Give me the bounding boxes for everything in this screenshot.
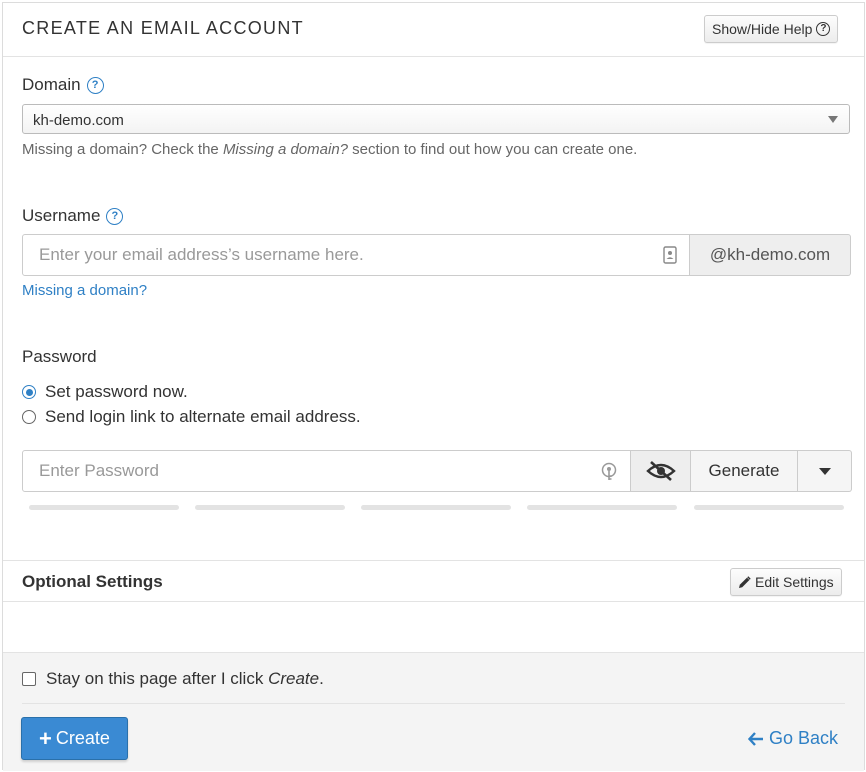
password-input[interactable]: Enter Password <box>22 450 631 492</box>
password-strength-segment <box>361 505 511 510</box>
page-title: CREATE AN EMAIL ACCOUNT <box>22 18 304 38</box>
username-label: Username <box>22 206 101 225</box>
stay-on-page-label: Stay on this page after I click Create. <box>46 669 324 689</box>
username-placeholder: Enter your email address’s username here… <box>39 245 364 264</box>
generate-options-dropdown[interactable] <box>798 450 852 492</box>
password-strength-segment <box>694 505 844 510</box>
generate-password-button[interactable]: Generate <box>691 450 798 492</box>
form-footer: Stay on this page after I click Create. … <box>3 652 864 771</box>
radio-button-selected[interactable] <box>22 385 36 399</box>
go-back-link[interactable]: Go Back <box>748 728 838 749</box>
username-input-group: Enter your email address’s username here… <box>22 234 851 276</box>
toggle-password-visibility-button[interactable] <box>631 450 691 492</box>
domain-select[interactable]: kh-demo.com <box>22 104 850 134</box>
optional-settings-title: Optional Settings <box>22 572 163 591</box>
password-label-row: Password <box>22 347 97 367</box>
arrow-left-icon <box>748 731 763 746</box>
username-label-row: Username ? <box>22 206 124 226</box>
radio-send-login-link[interactable]: Send login link to alternate email addre… <box>22 407 361 427</box>
stay-label-suffix: . <box>319 669 324 688</box>
edit-settings-label: Edit Settings <box>755 574 834 590</box>
key-icon <box>601 462 617 480</box>
domain-hint-suffix: section to find out how you can create o… <box>348 141 638 158</box>
missing-domain-link[interactable]: Missing a domain? <box>22 282 147 299</box>
radio-label-send-link: Send login link to alternate email addre… <box>45 407 361 426</box>
pencil-icon <box>739 575 751 588</box>
stay-label-prefix: Stay on this page after I click <box>46 669 269 688</box>
create-email-panel: CREATE AN EMAIL ACCOUNT Show/Hide Help ?… <box>2 2 865 771</box>
radio-button-unselected[interactable] <box>22 410 36 424</box>
contact-card-icon <box>663 246 677 264</box>
eye-slash-icon <box>645 461 676 481</box>
domain-hint-prefix: Missing a domain? Check the <box>22 141 223 158</box>
panel-header: CREATE AN EMAIL ACCOUNT Show/Hide Help ? <box>3 3 864 57</box>
radio-label-set-now: Set password now. <box>45 382 188 401</box>
domain-help-icon[interactable]: ? <box>86 76 104 94</box>
caret-down-icon <box>818 467 831 475</box>
domain-hint: Missing a domain? Check the Missing a do… <box>22 141 637 158</box>
show-hide-help-button[interactable]: Show/Hide Help ? <box>704 15 839 43</box>
username-input[interactable]: Enter your email address’s username here… <box>22 234 690 276</box>
footer-divider <box>22 703 845 704</box>
go-back-label: Go Back <box>769 728 839 748</box>
password-strength-segment <box>195 505 345 510</box>
stay-label-emphasis: Create <box>268 669 320 688</box>
username-help-icon[interactable]: ? <box>106 207 124 225</box>
password-strength-segment <box>29 505 179 510</box>
question-circle-icon: ? <box>816 22 831 36</box>
stay-on-page-option[interactable]: Stay on this page after I click Create. <box>22 669 324 689</box>
domain-selected-value: kh-demo.com <box>33 112 124 129</box>
edit-settings-button[interactable]: Edit Settings <box>730 568 842 596</box>
create-button-label: Create <box>55 728 110 748</box>
domain-label: Domain <box>22 75 81 94</box>
optional-settings-header: Optional Settings Edit Settings <box>3 560 864 602</box>
username-domain-suffix: @kh-demo.com <box>690 234 851 276</box>
help-button-label: Show/Hide Help <box>712 21 813 37</box>
caret-down-icon <box>828 116 838 123</box>
create-button[interactable]: + Create <box>21 717 128 760</box>
domain-label-row: Domain ? <box>22 75 104 95</box>
password-input-group: Enter Password Generate <box>22 450 852 492</box>
password-label: Password <box>22 347 97 366</box>
stay-on-page-checkbox[interactable] <box>22 672 36 686</box>
plus-icon: + <box>39 725 52 751</box>
password-placeholder: Enter Password <box>39 461 159 480</box>
domain-hint-emphasis: Missing a domain? <box>222 141 348 158</box>
password-strength-segment <box>527 505 677 510</box>
radio-set-password-now[interactable]: Set password now. <box>22 382 188 402</box>
